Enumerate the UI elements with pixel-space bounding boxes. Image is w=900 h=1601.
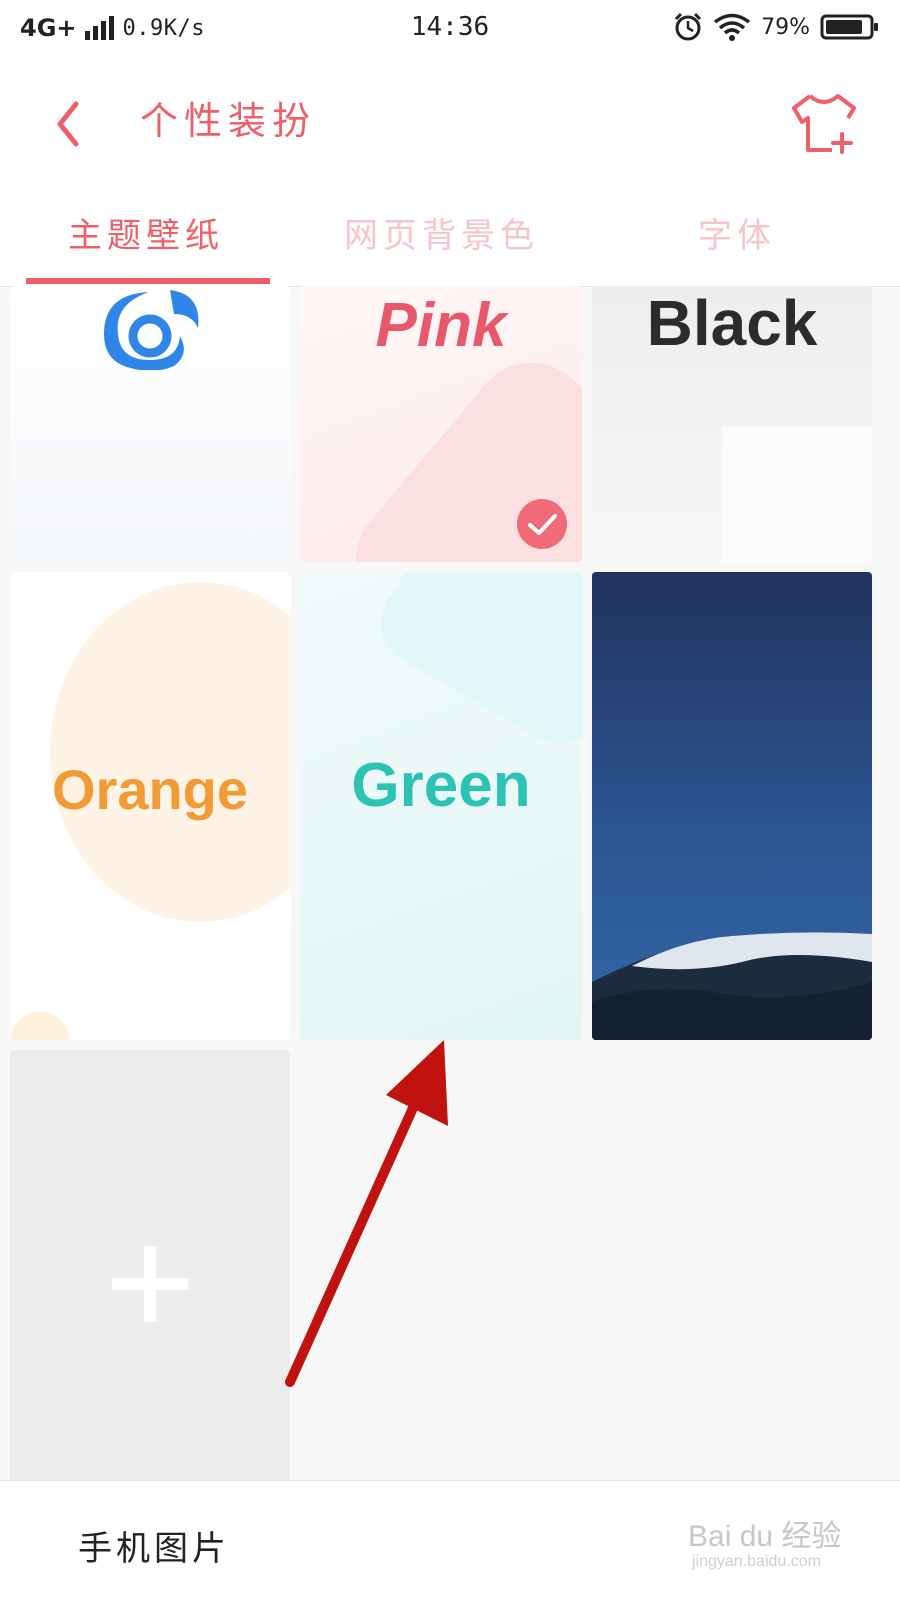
black-decor-block (722, 426, 872, 562)
bottom-bar: 手机图片 Bai du 经验 jingyan.baidu.com (0, 1480, 900, 1601)
tshirt-add-icon[interactable] (790, 90, 860, 156)
orange-decor-dot (10, 1012, 70, 1040)
tab-theme-wallpaper[interactable]: 主题壁纸 (68, 208, 224, 257)
battery-percent: 79% (761, 14, 810, 40)
tab-webpage-bg-color[interactable]: 网页背景色 (344, 208, 539, 257)
battery-icon (820, 14, 878, 40)
alarm-icon (675, 12, 702, 41)
uc-squirrel-icon (104, 290, 199, 370)
plus-icon (112, 1246, 188, 1322)
theme-name: Black (646, 287, 818, 359)
mountain-photo (592, 932, 872, 1040)
check-circle-icon (517, 499, 567, 549)
status-bar: 4G+ 0.9K/s 14:36 79% (0, 0, 900, 62)
baidu-watermark: Bai du 经验 jingyan.baidu.com (688, 1511, 878, 1581)
chevron-left-icon[interactable] (44, 92, 94, 152)
add-wallpaper-tile[interactable] (10, 1050, 290, 1480)
wifi-icon (714, 13, 751, 41)
theme-name: Pink (375, 291, 507, 360)
tab-font[interactable]: 字体 (698, 208, 776, 257)
theme-tile-green[interactable]: Green (300, 572, 582, 1040)
theme-tile-mountain[interactable] (592, 572, 872, 1040)
orange-decor-circle (50, 582, 290, 922)
watermark-brand: Bai du 经验 (688, 1520, 842, 1553)
theme-name: Green (351, 751, 531, 820)
theme-tile-orange[interactable]: Orange (10, 572, 290, 1040)
phone-photos-button[interactable]: 手机图片 (78, 1521, 230, 1570)
watermark-url: jingyan.baidu.com (692, 1553, 821, 1570)
theme-tile-uc[interactable] (10, 286, 290, 562)
theme-name: Orange (51, 758, 249, 821)
tab-bar: 主题壁纸 网页背景色 字体 (0, 180, 900, 287)
app-bar: 个性装扮 (0, 62, 900, 180)
theme-tile-black[interactable]: Black (592, 286, 872, 562)
theme-tile-pink[interactable]: Pink (300, 286, 582, 562)
theme-grid: Pink Black Orange Green (0, 286, 900, 1480)
green-decor-shape (366, 572, 582, 759)
status-right: 79% (673, 12, 880, 42)
page-title: 个性装扮 (140, 99, 317, 143)
tab-active-indicator (26, 278, 270, 284)
